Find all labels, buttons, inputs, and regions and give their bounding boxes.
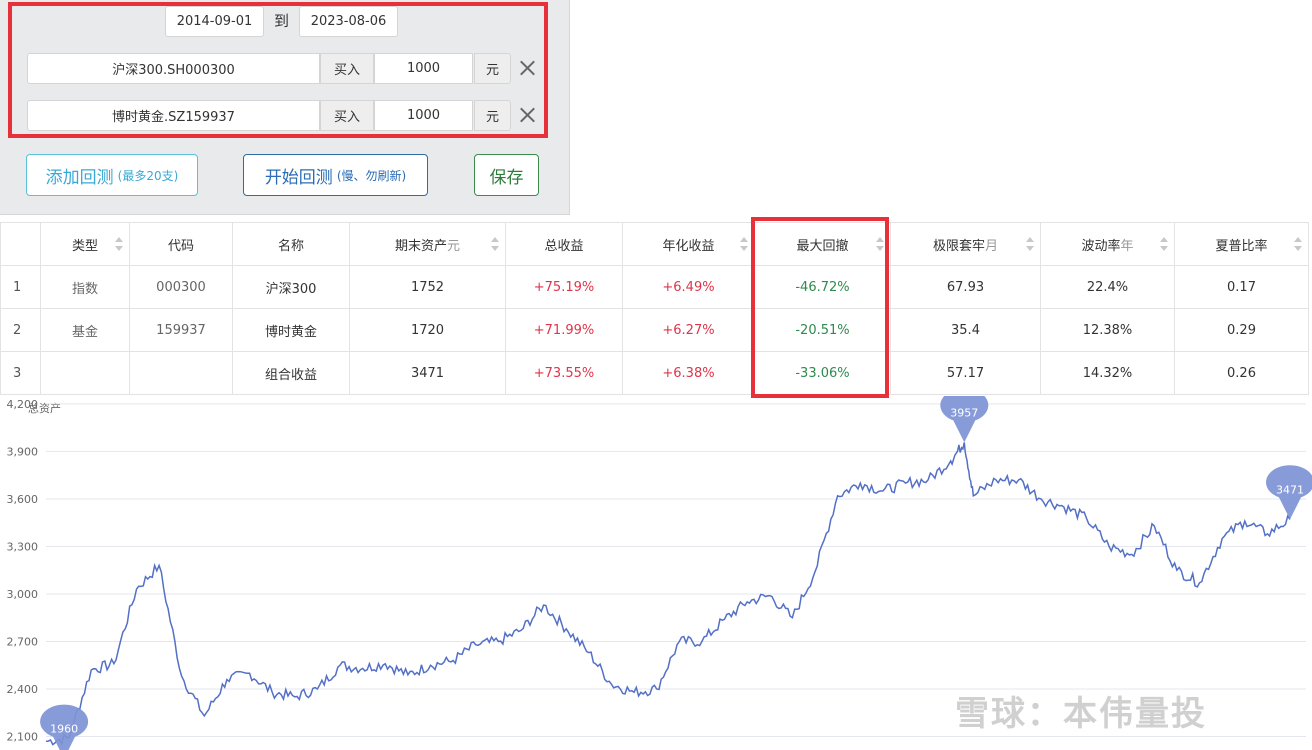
sort-icon[interactable] bbox=[740, 237, 748, 251]
backtest-page: 2014-09-01 到 2023-08-06 沪深300.SH000300 买… bbox=[0, 0, 1312, 750]
results-table: 类型 代码 名称 期末资产元 总收益 年化收益 最大回撤 极限套牢月 波动率年 … bbox=[0, 222, 1312, 395]
header-lock-period[interactable]: 极限套牢月 bbox=[890, 222, 1041, 266]
watermark: 雪球：本伟量投 bbox=[955, 694, 1207, 734]
header-sharpe[interactable]: 夏普比率 bbox=[1174, 222, 1309, 266]
y-tick-label: 2,400 bbox=[7, 683, 39, 696]
cell-max-drawdown: -46.72% bbox=[754, 265, 891, 309]
marker-label: 1960 bbox=[50, 723, 78, 736]
cell-name: 博时黄金 bbox=[232, 308, 350, 352]
cell-code: 159937 bbox=[129, 308, 233, 352]
sort-icon[interactable] bbox=[1160, 237, 1168, 251]
fund-input-2[interactable]: 博时黄金.SZ159937 bbox=[27, 100, 320, 131]
cell-final-assets: 3471 bbox=[349, 351, 506, 395]
table-header-row: 类型 代码 名称 期末资产元 总收益 年化收益 最大回撤 极限套牢月 波动率年 … bbox=[0, 222, 1312, 266]
marker-label: 3471 bbox=[1276, 483, 1304, 496]
date-range-separator: 到 bbox=[274, 12, 290, 30]
y-tick-label: 2,100 bbox=[7, 731, 39, 744]
backtest-form-panel: 2014-09-01 到 2023-08-06 沪深300.SH000300 买… bbox=[0, 0, 570, 215]
add-backtest-hint: (最多20支) bbox=[117, 168, 179, 183]
cell-volatility: 14.32% bbox=[1040, 351, 1175, 395]
cell-volatility: 22.4% bbox=[1040, 265, 1175, 309]
cell-sharpe: 0.26 bbox=[1174, 351, 1309, 395]
cell-total-return: +73.55% bbox=[505, 351, 623, 395]
cell-type bbox=[40, 351, 130, 395]
cell-index: 3 bbox=[0, 351, 41, 395]
cell-annual-return: +6.38% bbox=[622, 351, 755, 395]
cell-volatility: 12.38% bbox=[1040, 308, 1175, 352]
amount-input-1[interactable]: 1000 bbox=[374, 53, 473, 84]
y-tick-label: 2,700 bbox=[7, 636, 39, 649]
save-button[interactable]: 保存 bbox=[474, 154, 539, 196]
close-icon[interactable] bbox=[517, 58, 537, 78]
cell-code bbox=[129, 351, 233, 395]
header-annual-return[interactable]: 年化收益 bbox=[622, 222, 755, 266]
header-code: 代码 bbox=[129, 222, 233, 266]
header-type[interactable]: 类型 bbox=[40, 222, 130, 266]
cell-sharpe: 0.17 bbox=[1174, 265, 1309, 309]
cell-type: 基金 bbox=[40, 308, 130, 352]
sort-icon[interactable] bbox=[876, 237, 884, 251]
cell-name: 组合收益 bbox=[232, 351, 350, 395]
cell-final-assets: 1720 bbox=[349, 308, 506, 352]
y-tick-label: 3,900 bbox=[7, 445, 39, 458]
cell-name: 沪深300 bbox=[232, 265, 350, 309]
header-total-return: 总收益 bbox=[505, 222, 623, 266]
end-date-input[interactable]: 2023-08-06 bbox=[299, 6, 398, 37]
sort-icon[interactable] bbox=[1026, 237, 1034, 251]
header-volatility[interactable]: 波动率年 bbox=[1040, 222, 1175, 266]
cell-total-return: +71.99% bbox=[505, 308, 623, 352]
cell-max-drawdown: -20.51% bbox=[754, 308, 891, 352]
amount-input-2[interactable]: 1000 bbox=[374, 100, 473, 131]
sort-icon[interactable] bbox=[1294, 237, 1302, 251]
table-row: 1 指数 000300 沪深300 1752 +75.19% +6.49% -4… bbox=[0, 265, 1312, 309]
start-date-input[interactable]: 2014-09-01 bbox=[165, 6, 264, 37]
header-index bbox=[0, 222, 41, 266]
start-backtest-button[interactable]: 开始回测 (慢、勿刷新) bbox=[243, 154, 428, 196]
cell-lock-period: 67.93 bbox=[890, 265, 1041, 309]
header-final-assets[interactable]: 期末资产元 bbox=[349, 222, 506, 266]
close-icon[interactable] bbox=[517, 105, 537, 125]
cell-type: 指数 bbox=[40, 265, 130, 309]
fund-input-1[interactable]: 沪深300.SH000300 bbox=[27, 53, 320, 84]
currency-unit-1: 元 bbox=[474, 53, 511, 84]
sort-icon[interactable] bbox=[491, 237, 499, 251]
cell-lock-period: 35.4 bbox=[890, 308, 1041, 352]
cell-index: 2 bbox=[0, 308, 41, 352]
y-tick-label: 4,200 bbox=[7, 398, 39, 411]
table-row: 3 组合收益 3471 +73.55% +6.38% -33.06% 57.17… bbox=[0, 351, 1312, 395]
buy-action-1[interactable]: 买入 bbox=[320, 53, 374, 84]
y-tick-label: 3,000 bbox=[7, 588, 39, 601]
buy-action-2[interactable]: 买入 bbox=[320, 100, 374, 131]
marker-label: 3957 bbox=[950, 406, 978, 419]
cell-annual-return: +6.49% bbox=[622, 265, 755, 309]
add-backtest-button[interactable]: 添加回测 (最多20支) bbox=[26, 154, 198, 196]
table-row: 2 基金 159937 博时黄金 1720 +71.99% +6.27% -20… bbox=[0, 308, 1312, 352]
cell-max-drawdown: -33.06% bbox=[754, 351, 891, 395]
sort-icon[interactable] bbox=[115, 237, 123, 251]
cell-sharpe: 0.29 bbox=[1174, 308, 1309, 352]
cell-final-assets: 1752 bbox=[349, 265, 506, 309]
cell-code: 000300 bbox=[129, 265, 233, 309]
add-backtest-label: 添加回测 bbox=[45, 167, 114, 188]
currency-unit-2: 元 bbox=[474, 100, 511, 131]
cell-index: 1 bbox=[0, 265, 41, 309]
y-tick-label: 3,300 bbox=[7, 540, 39, 553]
cell-lock-period: 57.17 bbox=[890, 351, 1041, 395]
start-backtest-label: 开始回测 bbox=[264, 167, 333, 188]
header-max-drawdown[interactable]: 最大回撤 bbox=[754, 222, 891, 266]
start-backtest-hint: (慢、勿刷新) bbox=[336, 168, 407, 183]
header-name: 名称 bbox=[232, 222, 350, 266]
y-tick-label: 3,600 bbox=[7, 493, 39, 506]
cell-total-return: +75.19% bbox=[505, 265, 623, 309]
cell-annual-return: +6.27% bbox=[622, 308, 755, 352]
